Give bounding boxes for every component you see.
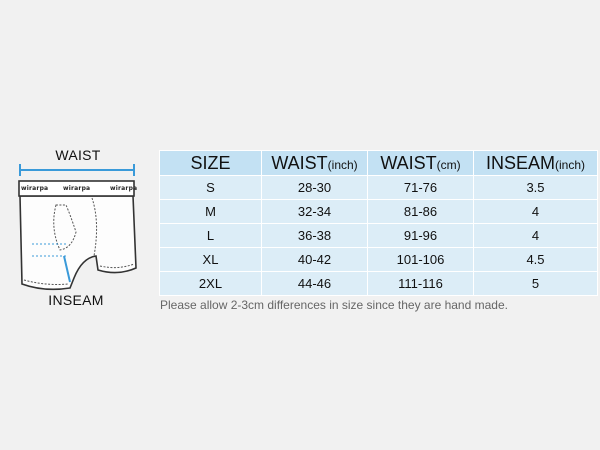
table-cell: 71-76 [367, 175, 474, 200]
waist-measure-line [19, 164, 135, 176]
header-inseam-inch: INSEAM(inch) [473, 150, 598, 176]
table-row: S 28-30 71-76 3.5 [159, 175, 598, 200]
table-row: L 36-38 91-96 4 [159, 223, 598, 248]
waistband-brand-text: wirarpa [110, 185, 138, 192]
table-cell: 5 [473, 271, 598, 296]
header-waist-cm: WAIST(cm) [367, 150, 474, 176]
table-row: 2XL 44-46 111-116 5 [159, 271, 598, 296]
table-cell: 3.5 [473, 175, 598, 200]
table-header-row: SIZE WAIST(inch) WAIST(cm) INSEAM(inch) [159, 150, 598, 176]
table-cell: 101-106 [367, 247, 474, 272]
table-cell: L [159, 223, 262, 248]
table-cell: 2XL [159, 271, 262, 296]
table-cell: 32-34 [261, 199, 368, 224]
waistband-brand-text: wirarpa [21, 185, 49, 192]
table-cell: M [159, 199, 262, 224]
table-cell: 36-38 [261, 223, 368, 248]
table-cell: 40-42 [261, 247, 368, 272]
header-size: SIZE [159, 150, 262, 176]
table-cell: S [159, 175, 262, 200]
table-cell: 111-116 [367, 271, 474, 296]
table-cell: 44-46 [261, 271, 368, 296]
table-cell: 81-86 [367, 199, 474, 224]
table-cell: 4 [473, 199, 598, 224]
table-row: XL 40-42 101-106 4.5 [159, 247, 598, 272]
table-cell: 4 [473, 223, 598, 248]
sizing-note: Please allow 2-3cm differences in size s… [160, 298, 508, 312]
table-cell: 28-30 [261, 175, 368, 200]
size-chart-table: SIZE WAIST(inch) WAIST(cm) INSEAM(inch) … [159, 150, 598, 296]
table-row: M 32-34 81-86 4 [159, 199, 598, 224]
inseam-label: INSEAM [48, 292, 104, 308]
waistband-brand-text: wirarpa [63, 185, 91, 192]
header-waist-inch: WAIST(inch) [261, 150, 368, 176]
table-cell: 4.5 [473, 247, 598, 272]
waist-label: WAIST [55, 147, 101, 163]
garment-body [19, 195, 137, 291]
table-cell: 91-96 [367, 223, 474, 248]
table-cell: XL [159, 247, 262, 272]
